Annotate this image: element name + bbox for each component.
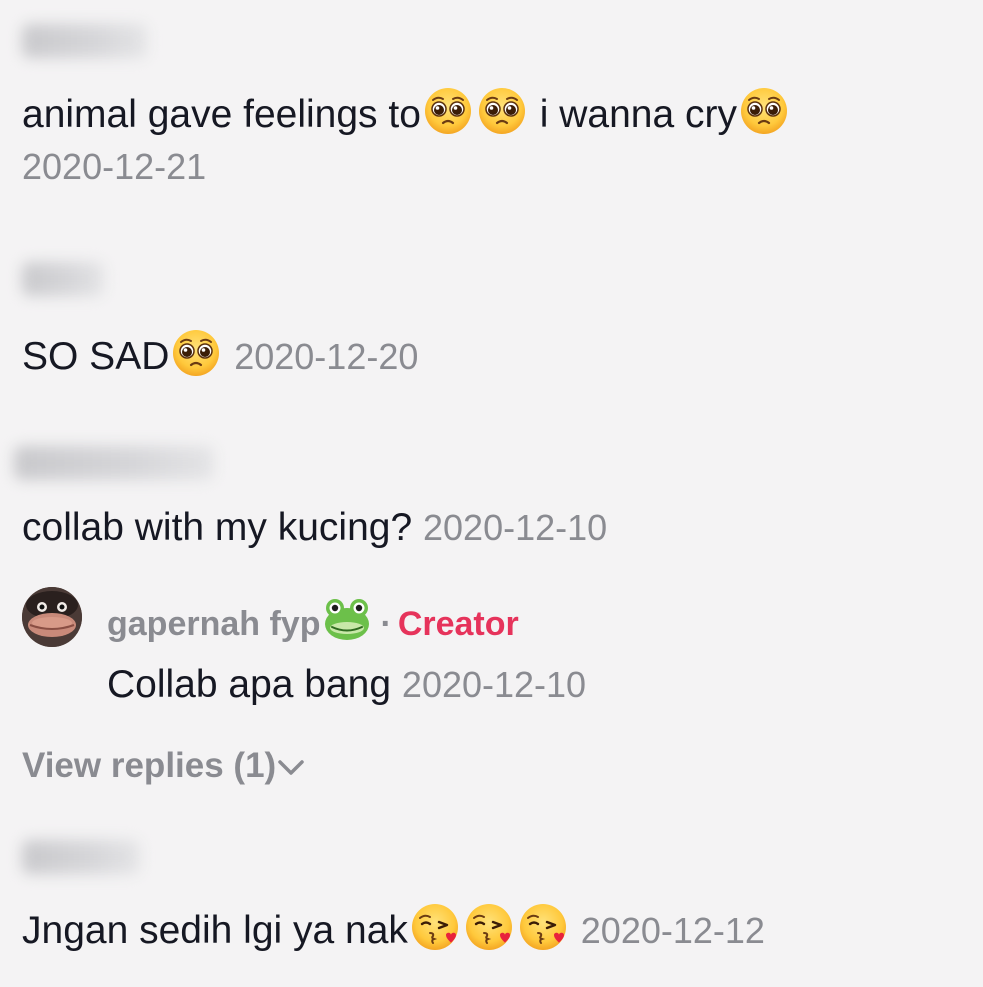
- comment-body-continued: i wanna cry: [539, 93, 738, 136]
- comment-body: collab with my kucing?: [22, 506, 413, 549]
- comment-author-blurred[interactable]: [22, 24, 147, 58]
- comment-date: 2020-12-12: [580, 910, 765, 951]
- comment-text: animal gave feelings to i wanna cry: [22, 86, 791, 138]
- pleading-face-emoji: [171, 328, 221, 378]
- pleading-face-emoji: [739, 86, 789, 136]
- frog-face-emoji: [322, 594, 372, 644]
- separator-dot: ·: [380, 605, 392, 643]
- comment-text: collab with my kucing? 2020-12-10: [22, 505, 607, 551]
- comment-body: Jngan sedih lgi ya nak: [22, 909, 408, 952]
- comment-author-blurred[interactable]: [14, 446, 214, 480]
- reply-date: 2020-12-10: [401, 664, 587, 705]
- avatar[interactable]: [22, 587, 82, 647]
- pleading-face-emoji: [423, 86, 473, 136]
- reply-body: Collab apa bang: [107, 663, 392, 706]
- comment-text: SO SAD 2020-12-20: [22, 328, 418, 380]
- comments-panel: animal gave feelings to i wanna cry 2020…: [0, 0, 983, 987]
- comment-author-blurred[interactable]: [22, 262, 104, 296]
- comment-date: 2020-12-21: [22, 146, 207, 187]
- reply-author-row: gapernah fyp · Creator: [107, 594, 519, 645]
- view-replies-label: View replies (1): [22, 746, 277, 785]
- kissing-heart-emoji: [518, 902, 568, 952]
- reply-author-name[interactable]: gapernah fyp: [107, 605, 320, 643]
- view-replies-button[interactable]: View replies (1): [22, 745, 306, 787]
- creator-badge: Creator: [397, 605, 519, 643]
- comment-date: 2020-12-20: [234, 336, 419, 377]
- comment-text: Jngan sedih lgi ya nak 2020-12-12: [22, 902, 765, 954]
- comment-date: 2020-12-10: [423, 507, 608, 548]
- comment-body: animal gave feelings to: [22, 93, 421, 136]
- chevron-down-icon: [278, 760, 304, 775]
- comment-author-blurred[interactable]: [22, 840, 140, 874]
- comment-body: SO SAD: [22, 335, 170, 378]
- kissing-heart-emoji: [410, 902, 460, 952]
- pleading-face-emoji: [477, 86, 527, 136]
- reply-text: Collab apa bang 2020-12-10: [107, 662, 586, 708]
- kissing-heart-emoji: [464, 902, 514, 952]
